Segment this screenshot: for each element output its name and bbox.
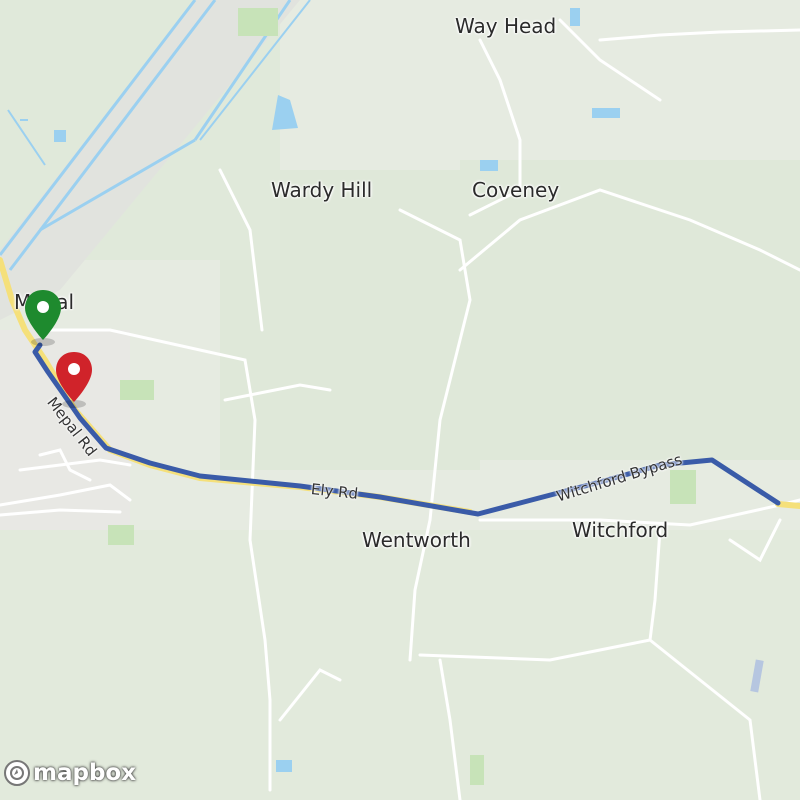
mapbox-logo-icon [4,760,30,786]
place-label-wardy-hill: Wardy Hill [271,178,373,202]
place-label-way-head: Way Head [455,14,557,38]
place-label-wentworth: Wentworth [362,528,471,552]
mapbox-logo[interactable]: mapbox [4,760,136,786]
map-base-layer [0,0,800,800]
mapbox-logo-text: mapbox [33,760,137,786]
map-pin-icon [56,352,92,408]
map-pin-icon [25,290,61,346]
place-label-witchford: Witchford [572,518,669,542]
map-canvas[interactable]: Way Head Wardy Hill Coveney Mepal Wentwo… [0,0,800,800]
end-marker[interactable] [53,350,95,408]
place-label-coveney: Coveney [472,178,560,202]
start-marker[interactable] [22,288,64,346]
